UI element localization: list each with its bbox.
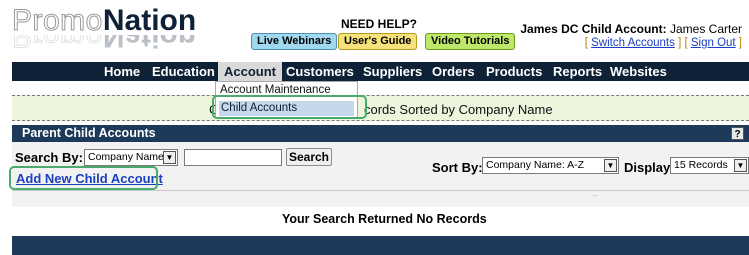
panel-footer-bar xyxy=(12,236,749,255)
nav-reports[interactable]: Reports xyxy=(553,62,602,81)
sort-by-label: Sort By: xyxy=(432,160,483,175)
nav-suppliers[interactable]: Suppliers xyxy=(363,62,422,81)
display-select[interactable]: 15 Records ▼ xyxy=(670,157,749,174)
menu-item-account-maintenance[interactable]: Account Maintenance xyxy=(220,84,331,96)
search-input[interactable] xyxy=(184,149,282,166)
live-webinars-button[interactable]: Live Webinars xyxy=(251,33,338,50)
pager-dots: .. xyxy=(593,189,598,198)
logo-nation-text: Nation xyxy=(102,4,197,37)
chevron-down-icon: ▼ xyxy=(163,151,176,164)
search-by-label: Search By: xyxy=(15,150,83,165)
video-tutorials-button[interactable]: Video Tutorials xyxy=(425,33,516,50)
help-icon[interactable]: ? xyxy=(731,127,744,140)
display-label: Display: xyxy=(624,160,675,175)
nav-home[interactable]: Home xyxy=(104,62,140,81)
chevron-down-icon: ▼ xyxy=(734,159,747,172)
records-banner: C cords Sorted by Company Name xyxy=(12,95,749,121)
sign-out-link[interactable]: Sign Out xyxy=(691,37,736,49)
user-name: James Carter xyxy=(669,22,742,36)
logo-promo-text: Promo xyxy=(12,4,103,37)
logo-reflection: PromoNation xyxy=(12,35,232,51)
sort-by-select[interactable]: Company Name: A-Z ▼ xyxy=(482,157,619,174)
main-nav: Home Education Account Customers Supplie… xyxy=(12,62,749,81)
panel-divider xyxy=(12,190,749,191)
account-links: [ Switch Accounts ] [ Sign Out ] xyxy=(584,37,742,49)
nav-orders[interactable]: Orders xyxy=(432,62,475,81)
nav-websites[interactable]: Websites xyxy=(610,62,667,81)
users-guide-button[interactable]: User's Guide xyxy=(338,33,418,50)
account-label: James DC Child Account: xyxy=(520,22,667,36)
nav-account[interactable]: Account xyxy=(218,62,282,81)
promonation-logo[interactable]: PromoNation PromoNation xyxy=(12,4,232,54)
add-new-child-account-link[interactable]: Add New Child Account xyxy=(16,171,163,186)
chevron-down-icon: ▼ xyxy=(604,159,617,172)
empty-results-message: Your Search Returned No Records xyxy=(282,212,487,226)
search-button[interactable]: Search xyxy=(286,148,332,166)
account-dropdown-menu: Account Maintenance Child Accounts xyxy=(215,81,358,118)
nav-education[interactable]: Education xyxy=(152,62,215,81)
menu-item-child-accounts[interactable]: Child Accounts xyxy=(219,101,354,116)
panel-header: Parent Child Accounts ? xyxy=(12,125,749,142)
banner-text: cords Sorted by Company Name xyxy=(364,102,553,117)
user-account-line: James DC Child Account: James Carter xyxy=(520,22,742,36)
nav-customers[interactable]: Customers xyxy=(286,62,354,81)
panel-title: Parent Child Accounts xyxy=(22,126,156,140)
switch-accounts-link[interactable]: Switch Accounts xyxy=(591,37,675,49)
search-by-select[interactable]: Company Name ▼ xyxy=(84,149,178,166)
need-help-title: NEED HELP? xyxy=(341,17,418,31)
nav-products[interactable]: Products xyxy=(486,62,542,81)
